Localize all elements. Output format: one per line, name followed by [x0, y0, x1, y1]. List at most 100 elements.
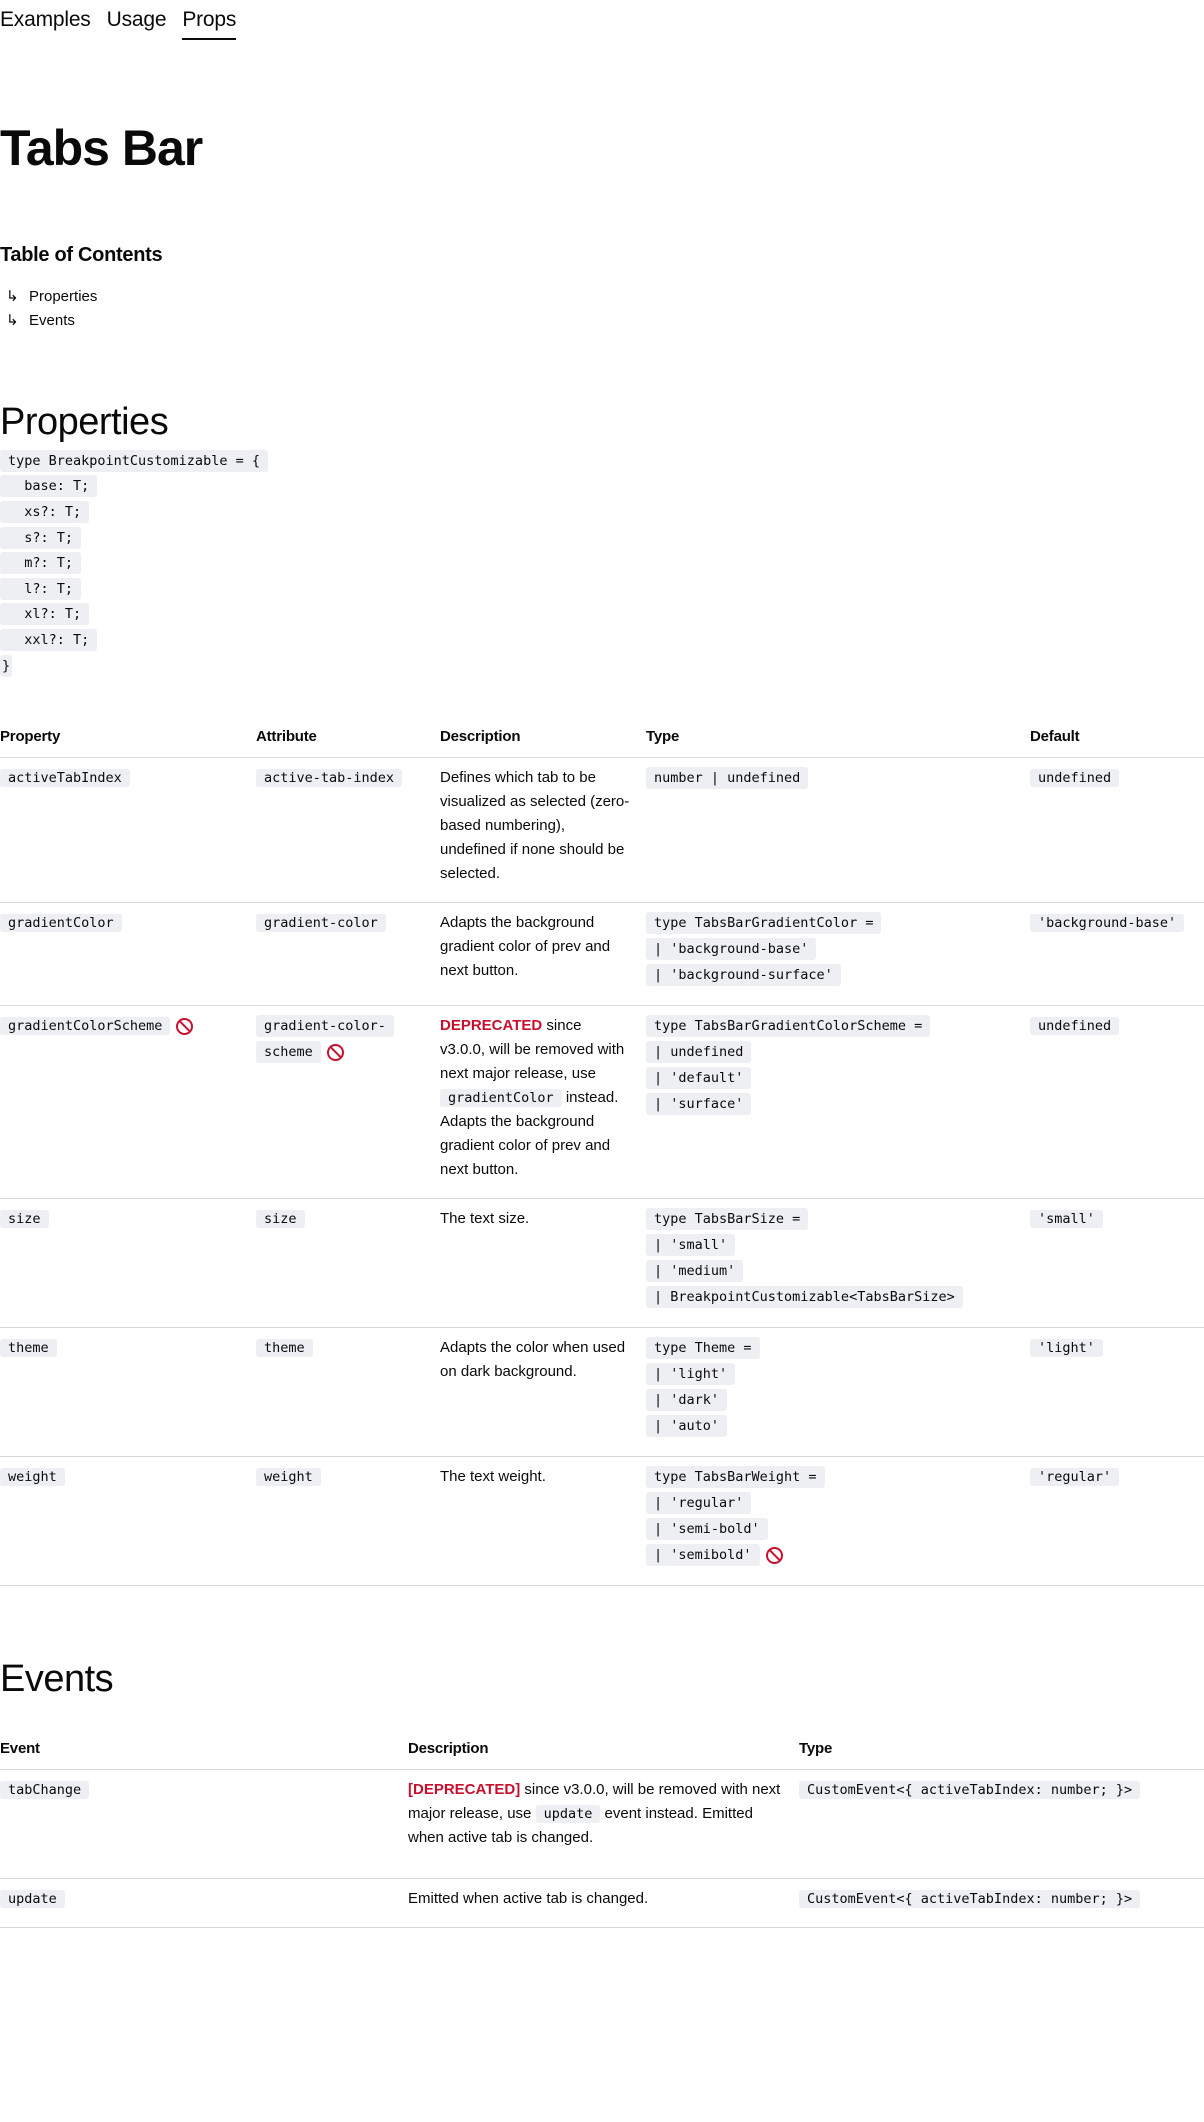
toc-item-events[interactable]: ↳ Events: [0, 308, 1204, 332]
table-row: size size The text size. type TabsBarSiz…: [0, 1198, 1204, 1329]
property-description: The text weight.: [440, 1456, 646, 1587]
type-line: number | undefined: [646, 767, 809, 790]
deprecated-label: [DEPRECATED]: [408, 1781, 521, 1799]
type-line: | 'light': [646, 1363, 736, 1386]
column-header: Type: [646, 716, 1030, 759]
page-title: Tabs Bar: [0, 120, 203, 176]
attribute-name: gradient-color: [256, 914, 386, 933]
default-value: 'small': [1030, 1210, 1103, 1229]
not-allowed-icon: [326, 1043, 344, 1061]
code-line: xxl?: T;: [0, 628, 98, 651]
table-header-row: Event Description Type: [0, 1728, 1204, 1771]
type-line: | 'small': [646, 1234, 736, 1257]
property-name: weight: [0, 1468, 65, 1487]
tab-navigation: Examples Usage Props: [0, 0, 1204, 42]
table-row: gradientColor gradient-color Adapts the …: [0, 902, 1204, 1007]
table-header-row: Property Attribute Description Type Defa…: [0, 716, 1204, 759]
type-line: | 'auto': [646, 1415, 728, 1438]
toc-link-properties[interactable]: Properties: [29, 288, 97, 305]
code-line: xs?: T;: [0, 500, 90, 523]
arrow-icon: ↳: [6, 288, 19, 305]
attribute-name: size: [256, 1210, 305, 1229]
properties-table: Property Attribute Description Type Defa…: [0, 716, 1204, 1587]
property-name: activeTabIndex: [0, 769, 130, 788]
type-line: | 'semibold': [646, 1544, 760, 1567]
not-allowed-icon: [765, 1546, 783, 1564]
type-line: | BreakpointCustomizable<TabsBarSize>: [646, 1286, 963, 1309]
toc-item-properties[interactable]: ↳ Properties: [0, 284, 1204, 308]
arrow-icon: ↳: [6, 312, 19, 329]
property-description: Adapts the color when used on dark backg…: [440, 1327, 646, 1458]
type-line: | 'semi-bold': [646, 1518, 768, 1541]
attribute-name: active-tab-index: [256, 769, 403, 788]
code-line: }: [0, 654, 13, 677]
table-row: weight weight The text weight. type Tabs…: [0, 1456, 1204, 1587]
toc-title: Table of Contents: [0, 244, 163, 266]
table-row: theme theme Adapts the color when used o…: [0, 1327, 1204, 1458]
code-line: type BreakpointCustomizable = {: [0, 449, 268, 472]
default-value: 'light': [1030, 1339, 1103, 1358]
code-line: s?: T;: [0, 526, 82, 549]
attribute-name: weight: [256, 1468, 321, 1487]
type-line: type TabsBarGradientColorScheme =: [646, 1015, 931, 1038]
type-line: | 'background-base': [646, 938, 817, 961]
column-header: Event: [0, 1728, 408, 1771]
attribute-name: scheme: [256, 1041, 321, 1064]
not-allowed-icon: [176, 1017, 194, 1035]
events-heading: Events: [0, 1658, 114, 1701]
properties-heading: Properties: [0, 401, 169, 443]
breakpoint-type-block: type BreakpointCustomizable = { base: T;…: [0, 448, 1204, 678]
inline-code: update: [535, 1805, 601, 1824]
event-description: [DEPRECATED] since v3.0.0, will be remov…: [408, 1769, 799, 1880]
column-header: Type: [799, 1728, 1204, 1771]
table-row: update Emitted when active tab is change…: [0, 1878, 1204, 1929]
type-line: | 'dark': [646, 1389, 728, 1412]
type-line: | 'background-surface': [646, 964, 841, 987]
code-line: l?: T;: [0, 577, 82, 600]
code-line: m?: T;: [0, 552, 82, 575]
event-type: CustomEvent<{ activeTabIndex: number; }>: [799, 1781, 1141, 1800]
events-table: Event Description Type tabChange [DEPREC…: [0, 1728, 1204, 1929]
tab-examples[interactable]: Examples: [0, 0, 91, 42]
property-name: gradientColorScheme: [0, 1017, 171, 1036]
column-header: Default: [1030, 716, 1204, 759]
inline-code: gradientColor: [440, 1089, 562, 1108]
default-value: undefined: [1030, 769, 1120, 788]
property-description: Defines which tab to be visualized as se…: [440, 757, 646, 904]
table-row: gradientColorScheme gradient-color- sche…: [0, 1005, 1204, 1200]
type-line: | 'regular': [646, 1492, 752, 1515]
tab-usage[interactable]: Usage: [107, 0, 167, 42]
property-name: size: [0, 1210, 49, 1229]
code-line: xl?: T;: [0, 603, 90, 626]
table-of-contents: ↳ Properties ↳ Events: [0, 284, 1204, 332]
event-name: tabChange: [0, 1781, 90, 1800]
property-description: The text size.: [440, 1198, 646, 1329]
property-description: Adapts the background gradient color of …: [440, 902, 646, 1007]
column-header: Description: [408, 1728, 799, 1771]
toc-link-events[interactable]: Events: [29, 312, 75, 329]
type-line: type TabsBarWeight =: [646, 1466, 825, 1489]
table-row: tabChange [DEPRECATED] since v3.0.0, wil…: [0, 1769, 1204, 1880]
table-row: activeTabIndex active-tab-index Defines …: [0, 757, 1204, 904]
event-description: Emitted when active tab is changed.: [408, 1878, 799, 1929]
column-header: Property: [0, 716, 256, 759]
type-line: | 'surface': [646, 1093, 752, 1116]
default-value: undefined: [1030, 1017, 1120, 1036]
property-name: theme: [0, 1339, 57, 1358]
type-line: | undefined: [646, 1041, 752, 1064]
type-line: type Theme =: [646, 1337, 760, 1360]
type-line: | 'medium': [646, 1260, 744, 1283]
type-line: | 'default': [646, 1067, 752, 1090]
attribute-name: theme: [256, 1339, 313, 1358]
default-value: 'background-base': [1030, 914, 1185, 933]
property-name: gradientColor: [0, 914, 122, 933]
event-name: update: [0, 1890, 65, 1909]
column-header: Attribute: [256, 716, 440, 759]
tab-props[interactable]: Props: [182, 0, 236, 42]
column-header: Description: [440, 716, 646, 759]
deprecated-label: DEPRECATED: [440, 1017, 543, 1035]
event-type: CustomEvent<{ activeTabIndex: number; }>: [799, 1890, 1141, 1909]
property-description: DEPRECATED since v3.0.0, will be removed…: [440, 1005, 646, 1200]
default-value: 'regular': [1030, 1468, 1120, 1487]
type-line: type TabsBarGradientColor =: [646, 912, 882, 935]
